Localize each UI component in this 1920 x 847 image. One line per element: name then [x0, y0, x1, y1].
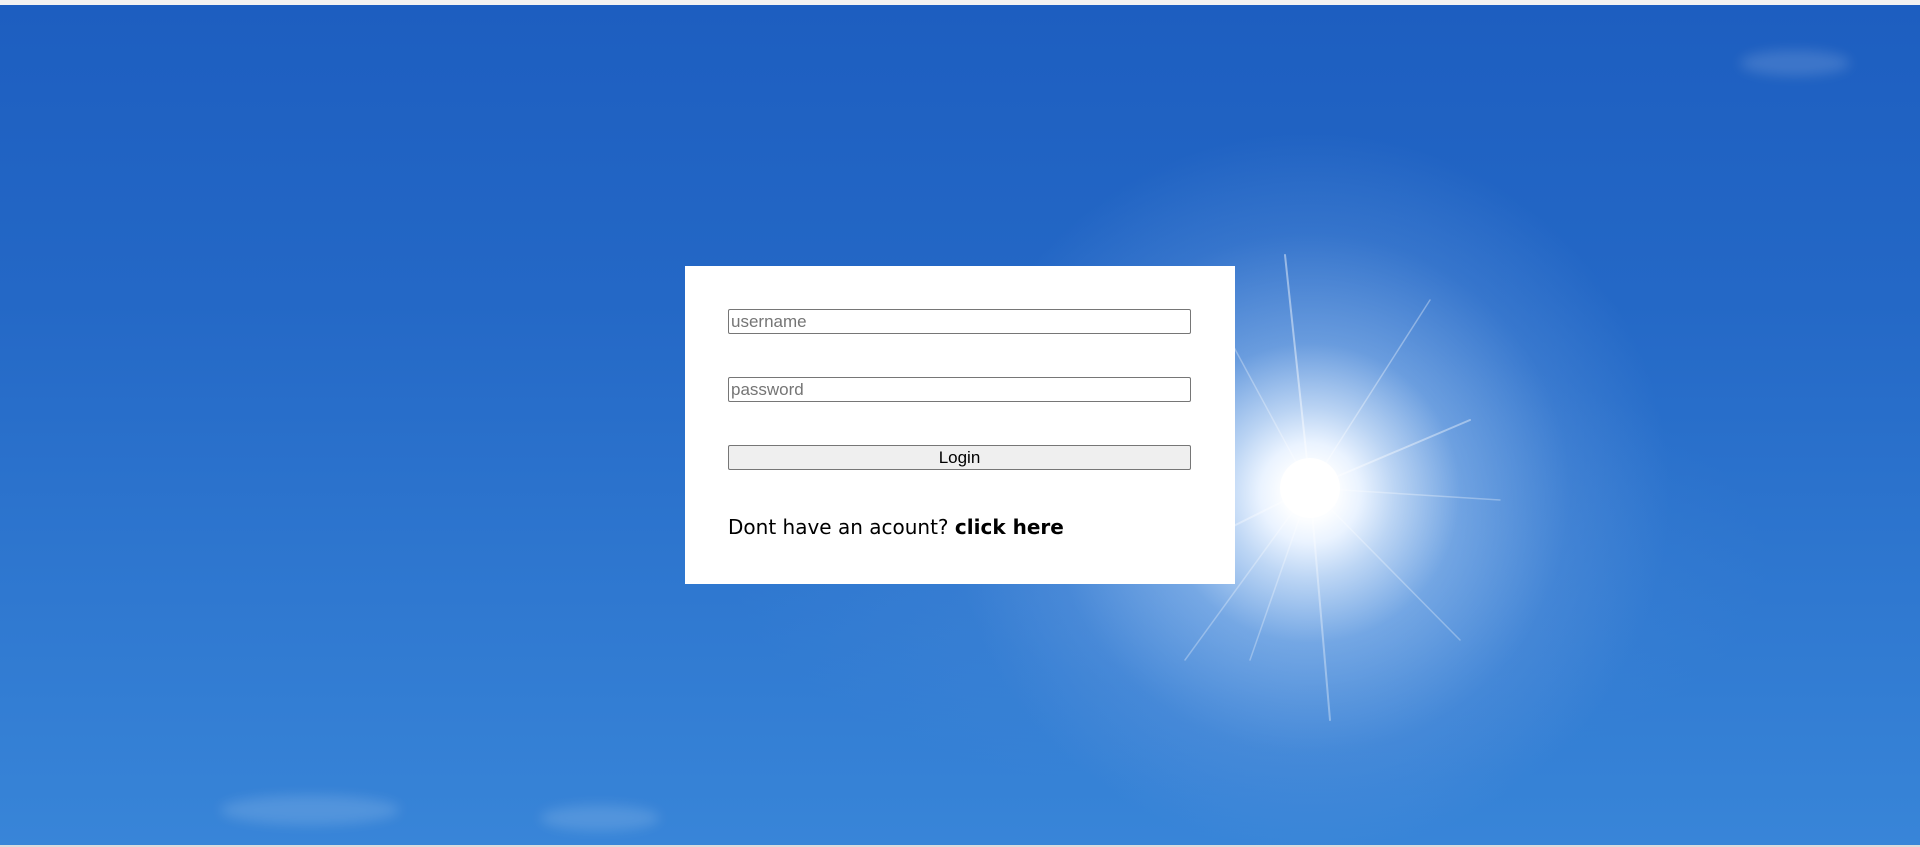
signup-prompt: Dont have an acount? click here: [728, 515, 1064, 539]
signup-prompt-text: Dont have an acount?: [728, 515, 949, 539]
password-input[interactable]: [728, 377, 1191, 402]
username-input[interactable]: [728, 309, 1191, 334]
signup-link[interactable]: click here: [955, 515, 1064, 539]
cloud-decoration: [1740, 50, 1850, 76]
login-card: Login Dont have an acount? click here: [685, 266, 1235, 584]
login-page: Login Dont have an acount? click here: [0, 0, 1920, 847]
login-button[interactable]: Login: [728, 445, 1191, 470]
cloud-decoration: [540, 805, 660, 831]
cloud-decoration: [220, 795, 400, 825]
